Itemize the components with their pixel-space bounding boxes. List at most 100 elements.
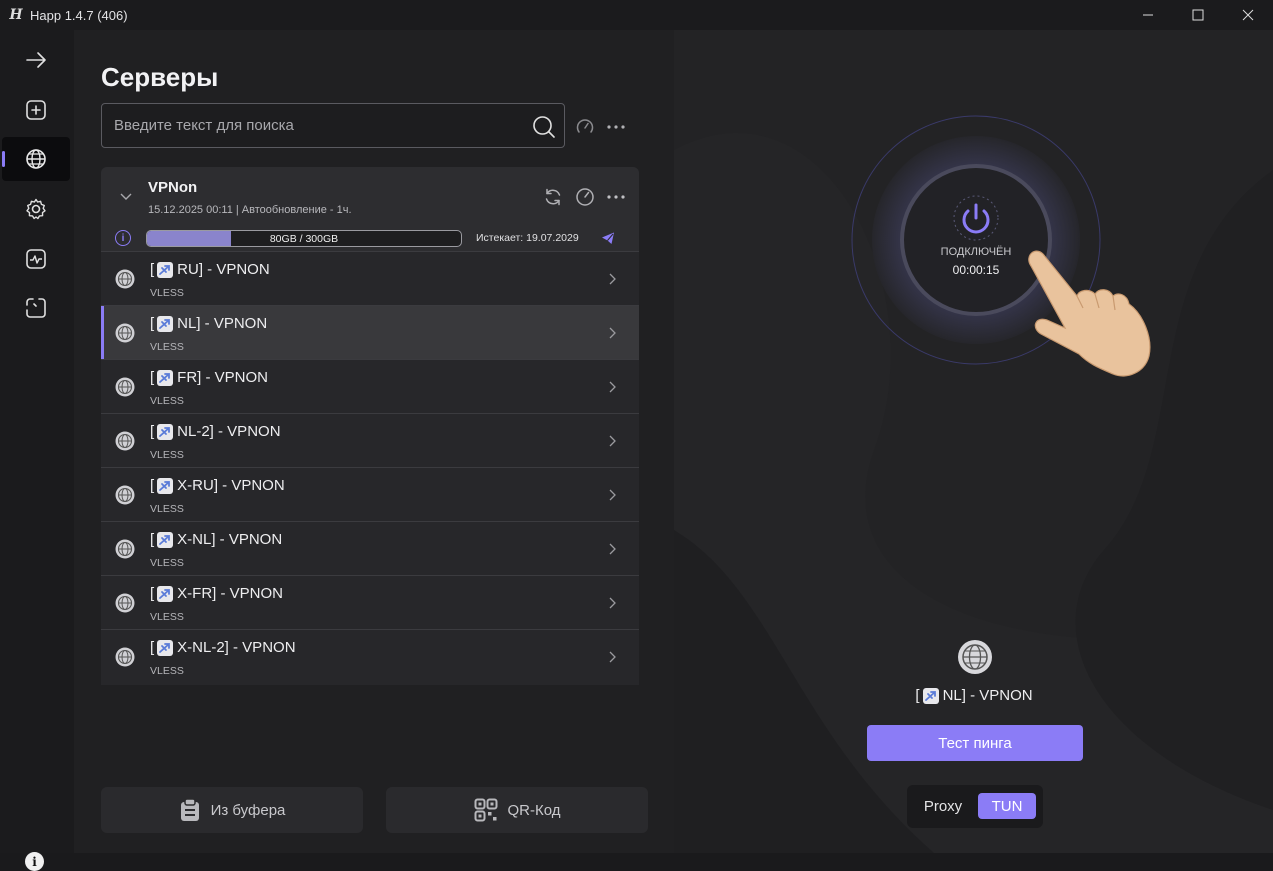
- bracket-text: [: [150, 531, 155, 548]
- qr-label: QR-Код: [507, 801, 561, 819]
- power-icon: [953, 195, 999, 241]
- server-protocol: VLESS: [150, 611, 184, 623]
- sidebar-nav: i: [0, 30, 74, 871]
- chevron-down-icon[interactable]: [119, 189, 133, 203]
- expiry-date: Истекает: 19.07.2029: [476, 232, 579, 244]
- server-name-text: X-RU] - VPNON: [177, 477, 285, 494]
- server-protocol: VLESS: [150, 557, 184, 569]
- pointing-hand-icon: [1028, 250, 1151, 377]
- group-header[interactable]: VPNon 15.12.2025 00:11 | Автообновление …: [101, 167, 639, 251]
- speedtest-icon[interactable]: [575, 187, 595, 207]
- server-row[interactable]: [RU] - VPNON VLESS: [101, 251, 639, 305]
- clipboard-icon: [180, 798, 199, 821]
- globe-icon: [115, 323, 135, 343]
- server-protocol: VLESS: [150, 503, 184, 515]
- close-button[interactable]: [1223, 0, 1273, 30]
- speedtest-icon[interactable]: [575, 117, 595, 137]
- chevron-right-icon: [609, 273, 616, 285]
- import-qr-button[interactable]: QR-Код: [386, 787, 648, 833]
- server-row[interactable]: [X-NL-2] - VPNON VLESS: [101, 629, 639, 683]
- server-name-text: FR] - VPNON: [177, 369, 269, 386]
- globe-icon: [115, 539, 135, 559]
- server-name: [NL-2] - VPNON: [150, 423, 281, 440]
- title-bar: H Happ 1.4.7 (406): [0, 0, 1273, 30]
- chevron-right-icon: [609, 435, 616, 447]
- nav-settings[interactable]: [2, 187, 70, 231]
- group-name: VPNon: [148, 179, 198, 196]
- server-row[interactable]: [FR] - VPNON VLESS: [101, 359, 639, 413]
- airplane-icon: [157, 639, 174, 656]
- globe-icon: [115, 647, 135, 667]
- server-row[interactable]: [NL-2] - VPNON VLESS: [101, 413, 639, 467]
- globe-icon: [115, 269, 135, 289]
- globe-icon: [115, 593, 135, 613]
- server-name-text: NL] - VPNON: [177, 315, 268, 332]
- nav-connect[interactable]: [2, 38, 70, 82]
- airplane-icon: [157, 261, 174, 278]
- maximize-button[interactable]: [1173, 0, 1223, 30]
- import-clipboard-button[interactable]: Из буфера: [101, 787, 363, 833]
- maximize-icon: [1192, 9, 1204, 21]
- search-box: [101, 103, 565, 148]
- server-row[interactable]: [NL] - VPNON VLESS: [101, 305, 639, 360]
- connection-panel: ПОДКЛЮЧЁН 00:00:15 [ NL] - VPNON Тест пи…: [674, 30, 1273, 853]
- server-protocol: VLESS: [150, 449, 184, 461]
- chevron-right-icon: [609, 597, 616, 609]
- search-input[interactable]: [114, 104, 524, 147]
- server-name: [X-NL] - VPNON: [150, 531, 282, 548]
- server-globe-icon: [958, 640, 992, 674]
- nav-scan[interactable]: [2, 286, 70, 330]
- mode-tun-button[interactable]: TUN: [978, 793, 1036, 819]
- search-icon[interactable]: [532, 115, 556, 139]
- server-name-text: X-NL-2] - VPNON: [177, 639, 296, 656]
- qr-code-icon: [474, 798, 497, 822]
- minimize-button[interactable]: [1123, 0, 1173, 30]
- nav-monitor[interactable]: [2, 237, 70, 281]
- mode-toggle: Proxy TUN: [907, 785, 1043, 828]
- globe-icon: [115, 485, 135, 505]
- app-logo: H: [9, 7, 23, 23]
- more-icon[interactable]: [606, 117, 626, 137]
- server-protocol: VLESS: [150, 395, 184, 407]
- globe-icon: [26, 149, 46, 169]
- globe-icon: [115, 431, 135, 451]
- bracket-text: [: [150, 477, 155, 494]
- page-title: Серверы: [101, 62, 219, 92]
- mode-proxy-button[interactable]: Proxy: [917, 793, 969, 819]
- server-row[interactable]: [X-NL] - VPNON VLESS: [101, 521, 639, 575]
- scan-icon: [26, 298, 46, 318]
- nav-add[interactable]: [2, 88, 70, 132]
- more-icon[interactable]: [606, 187, 626, 207]
- server-protocol: VLESS: [150, 287, 184, 299]
- airplane-icon: [157, 315, 174, 332]
- airplane-icon: [157, 531, 174, 548]
- minimize-icon: [1143, 14, 1153, 16]
- server-name: [X-FR] - VPNON: [150, 585, 283, 602]
- telegram-icon[interactable]: [601, 231, 615, 245]
- bracket-text: [: [150, 639, 155, 656]
- airplane-icon: [157, 369, 174, 386]
- globe-icon: [115, 377, 135, 397]
- server-name-text: NL-2] - VPNON: [177, 423, 281, 440]
- close-icon: [1242, 9, 1254, 21]
- info-icon[interactable]: i: [115, 230, 131, 246]
- ping-test-button[interactable]: Тест пинга: [867, 725, 1083, 761]
- server-row[interactable]: [X-FR] - VPNON VLESS: [101, 575, 639, 629]
- chevron-right-icon: [609, 543, 616, 555]
- traffic-text: 80GB / 300GB: [269, 232, 339, 245]
- airplane-icon: [922, 687, 939, 704]
- airplane-icon: [157, 585, 174, 602]
- refresh-icon[interactable]: [543, 187, 563, 207]
- server-name-text: NL] - VPNON: [942, 687, 1033, 704]
- power-button[interactable]: [946, 188, 1006, 248]
- info-button[interactable]: i: [25, 852, 44, 871]
- airplane-icon: [157, 477, 174, 494]
- server-name: [FR] - VPNON: [150, 369, 268, 386]
- chevron-right-icon: [609, 327, 616, 339]
- nav-servers[interactable]: [2, 137, 70, 181]
- chevron-right-icon: [609, 651, 616, 663]
- server-row[interactable]: [ X-RU] - VPNON VLESS: [101, 467, 639, 521]
- arrow-right-icon: [26, 52, 46, 68]
- activity-icon: [26, 249, 46, 269]
- bracket-text: [: [150, 315, 155, 332]
